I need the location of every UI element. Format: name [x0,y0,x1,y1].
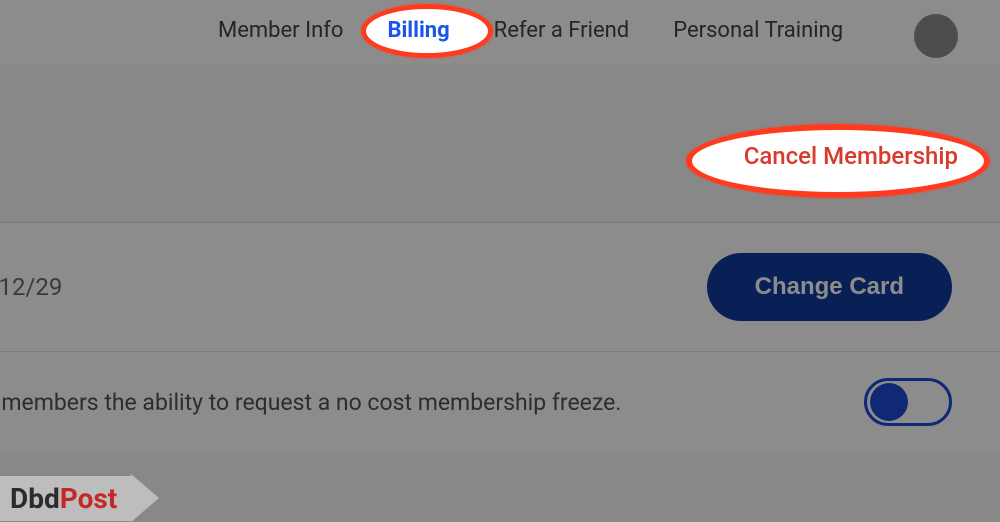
toggle-knob [870,383,908,421]
watermark-prefix: Dbd [10,482,60,515]
avatar[interactable] [914,14,958,58]
nav-billing[interactable]: Billing [387,18,449,43]
freeze-row: ng members the ability to request a no c… [0,352,1000,452]
watermark: DbdPost [0,474,159,522]
change-card-button[interactable]: Change Card [707,253,952,321]
top-nav: Member Info Billing Refer a Friend Perso… [0,0,1000,65]
watermark-suffix: Post [60,482,118,515]
cancel-membership-link[interactable]: Cancel Membership [744,142,958,170]
freeze-description: ng members the ability to request a no c… [0,389,621,416]
card-expiry-text: ing 12/29 [0,273,62,301]
cancel-section: Cancel Membership [0,110,1000,202]
nav-member-info[interactable]: Member Info [218,18,343,43]
freeze-toggle[interactable] [864,378,952,426]
nav-personal-training[interactable]: Personal Training [673,18,843,43]
watermark-tail-shape [131,474,159,522]
nav-refer-friend[interactable]: Refer a Friend [494,18,630,43]
card-row: ing 12/29 Change Card [0,222,1000,352]
